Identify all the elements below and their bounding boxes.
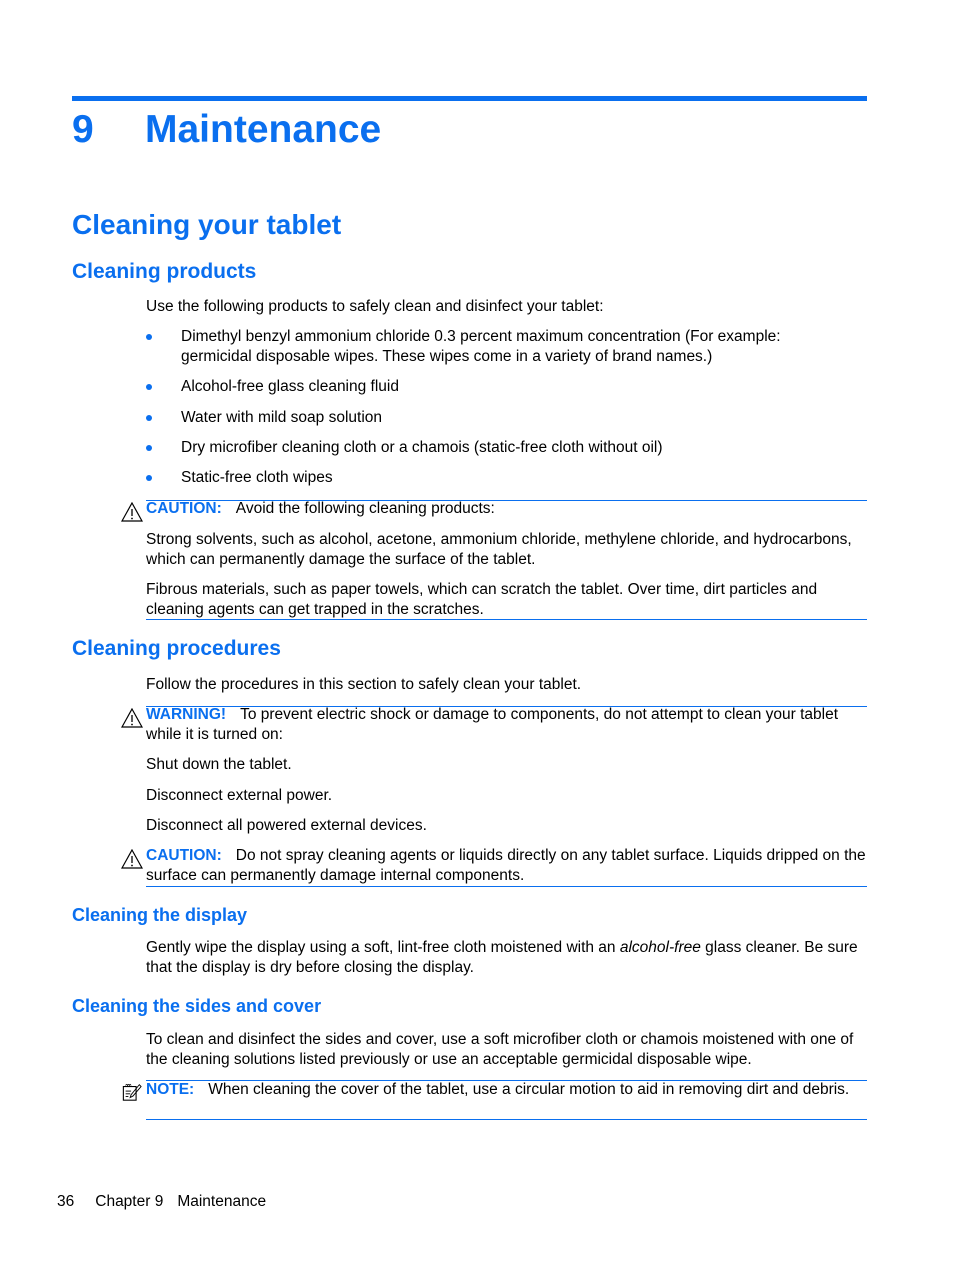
products-intro: Use the following products to safely cle… <box>146 298 604 315</box>
note-icon <box>122 1083 142 1101</box>
page-number: 36 <box>57 1193 75 1210</box>
caution-icon <box>121 849 143 869</box>
bullet-icon <box>146 384 152 390</box>
footer-chapter: Chapter 9 <box>95 1193 164 1210</box>
chapter-rule <box>72 96 867 101</box>
sides-paragraph: To clean and disinfect the sides and cov… <box>146 1031 854 1068</box>
list-item: Dimethyl benzyl ammonium chloride 0.3 pe… <box>0 327 954 367</box>
products-heading: Cleaning products <box>72 260 257 283</box>
caution-paragraph: Strong solvents, such as alcohol, aceton… <box>146 531 852 568</box>
procedures-heading: Cleaning procedures <box>72 637 281 660</box>
warning-step: Disconnect all powered external devices. <box>146 817 427 834</box>
note-label: NOTE: <box>146 1081 195 1098</box>
bullet-icon <box>146 334 152 340</box>
caution-paragraph: Fibrous materials, such as paper towels,… <box>146 581 818 618</box>
warning-step: Shut down the tablet. <box>146 756 292 773</box>
warning-icon <box>121 708 143 728</box>
caution-bottom-rule <box>146 886 867 887</box>
caution-notice: CAUTION: Do not spray cleaning agents or … <box>146 847 866 884</box>
display-heading: Cleaning the display <box>72 905 248 925</box>
note-bottom-rule <box>146 1119 867 1120</box>
sides-heading: Cleaning the sides and cover <box>72 996 322 1016</box>
warning-label: WARNING! <box>146 706 227 723</box>
list-item: Alcohol-free glass cleaning fluid <box>0 377 954 397</box>
caution-label: CAUTION: <box>146 500 222 517</box>
caution-notice: CAUTION: Avoid the following cleaning pro… <box>146 500 495 517</box>
chapter-title: Maintenance <box>145 108 382 151</box>
bullet-icon <box>146 415 152 421</box>
footer-title: Maintenance <box>177 1193 267 1210</box>
list-item: Static-free cloth wipes <box>0 468 954 488</box>
display-paragraph: Gently wipe the display using a soft, li… <box>146 939 858 976</box>
bullet-icon <box>146 475 152 481</box>
note-notice: NOTE: When cleaning the cover of the tabl… <box>146 1081 850 1098</box>
chapter-number: 9 <box>72 108 94 151</box>
bullet-icon <box>146 445 152 451</box>
warning-step: Disconnect external power. <box>146 787 333 804</box>
list-item: Dry microfiber cleaning cloth or a chamo… <box>0 438 954 458</box>
section-title: Cleaning your tablet <box>72 209 342 240</box>
caution-label: CAUTION: <box>146 847 222 864</box>
list-item: Water with mild soap solution <box>0 408 954 428</box>
caution-icon <box>121 502 143 522</box>
procedures-intro: Follow the procedures in this section to… <box>146 676 582 693</box>
page-footer: 36 Chapter 9 Maintenance <box>57 1192 266 1212</box>
warning-notice: WARNING! To prevent electric shock or dam… <box>146 706 839 743</box>
caution-bottom-rule <box>146 619 867 620</box>
